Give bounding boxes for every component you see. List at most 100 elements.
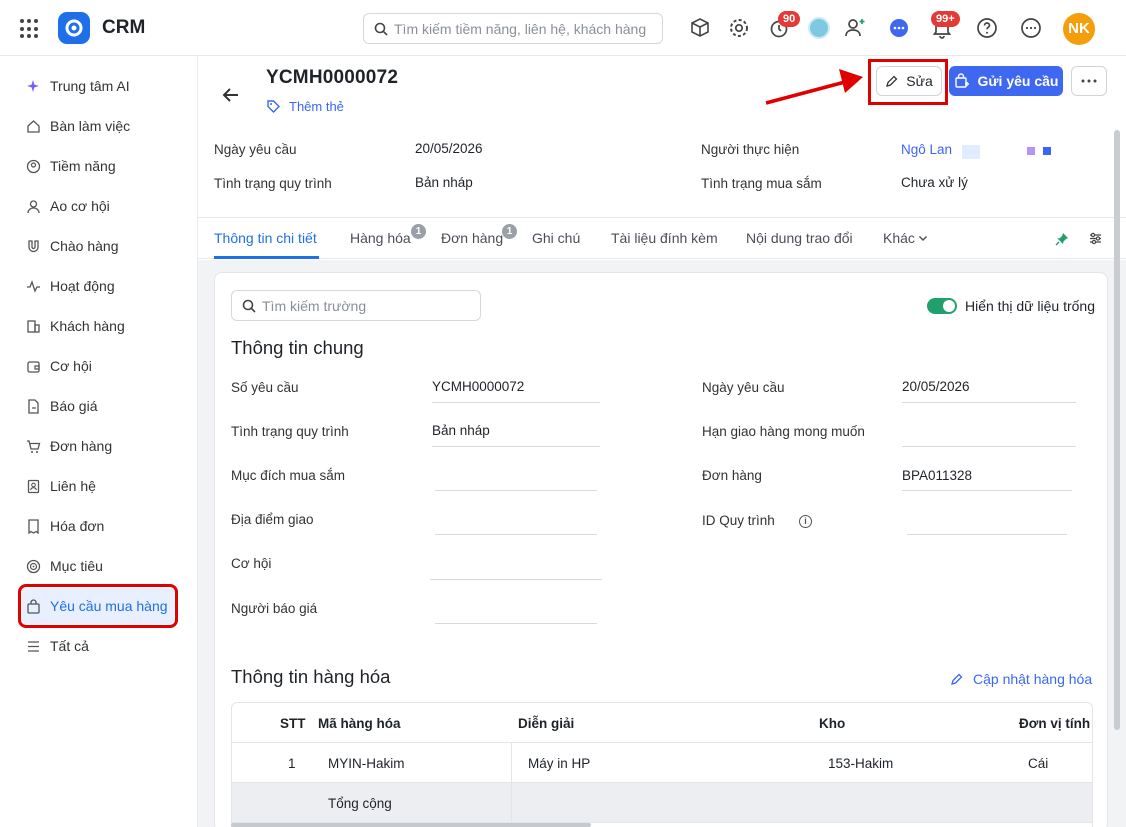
quote-icon xyxy=(25,398,41,414)
blurred-tag xyxy=(1027,147,1035,155)
sidebar-item-workspace[interactable]: Bàn làm việc xyxy=(22,108,174,144)
app-launcher-icon[interactable] xyxy=(20,19,40,39)
header-assignee-link[interactable]: Ngô Lan xyxy=(901,142,952,157)
purpose-field[interactable] xyxy=(435,490,597,491)
tab-more[interactable]: Khác xyxy=(883,230,928,246)
cell-item-code: MYIN-Hakim xyxy=(328,756,405,771)
edit-button[interactable]: Sửa xyxy=(876,66,942,96)
goods-table: STT Mã hàng hóa Diễn giải Kho Đơn vị tín… xyxy=(231,702,1093,827)
vertical-scrollbar[interactable] xyxy=(1114,130,1120,730)
header-process-status-label: Tình trạng quy trình xyxy=(214,176,332,191)
tab-goods[interactable]: Hàng hóa xyxy=(350,230,411,246)
notification-badge: 99+ xyxy=(931,11,960,27)
info-icon[interactable]: i xyxy=(799,515,812,528)
request-no-label: Số yêu cầu xyxy=(231,380,299,395)
lead-icon xyxy=(25,158,41,174)
pool-icon xyxy=(25,198,41,214)
global-search[interactable] xyxy=(363,13,663,44)
bag-send-icon xyxy=(954,73,969,88)
avatar[interactable] xyxy=(808,17,830,39)
sidebar-item-ai-center[interactable]: Trung tâm AI xyxy=(22,68,174,104)
add-user-icon[interactable] xyxy=(843,16,867,40)
tab-details[interactable]: Thông tin chi tiết xyxy=(214,230,317,246)
opportunity-field[interactable] xyxy=(430,579,602,580)
chat-icon[interactable] xyxy=(887,16,911,40)
active-tab-indicator xyxy=(214,256,319,259)
box-search-icon[interactable] xyxy=(688,16,712,40)
field-underline xyxy=(432,446,600,447)
sidebar-item-quotes[interactable]: Báo giá xyxy=(22,388,174,424)
crm-logo[interactable] xyxy=(58,12,90,44)
process-status-value: Bản nháp xyxy=(432,423,490,438)
sidebar-item-opportunity-pool[interactable]: Ao cơ hội xyxy=(22,188,174,224)
ellipsis-icon xyxy=(1081,79,1097,83)
sidebar-item-orders[interactable]: Đơn hàng xyxy=(22,428,174,464)
order-link[interactable]: BPA011328 xyxy=(902,468,972,483)
sidebar-item-customers[interactable]: Khách hàng xyxy=(22,308,174,344)
sidebar-item-contacts[interactable]: Liên hệ xyxy=(22,468,174,504)
tab-attachments[interactable]: Tài liệu đính kèm xyxy=(611,230,718,246)
pin-icon[interactable] xyxy=(1055,232,1069,246)
sidebar-item-goals[interactable]: Mục tiêu xyxy=(22,548,174,584)
sidebar-item-activities[interactable]: Hoạt động xyxy=(22,268,174,304)
desired-delivery-field[interactable] xyxy=(902,446,1076,447)
header-process-status: Bản nháp xyxy=(415,175,473,190)
sidebar-item-invoices[interactable]: Hóa đơn xyxy=(22,508,174,544)
help-icon[interactable] xyxy=(975,16,999,40)
horizontal-scrollbar[interactable] xyxy=(231,823,591,827)
activity-icon xyxy=(25,278,41,294)
more-actions-button[interactable] xyxy=(1071,66,1107,96)
send-request-label: Gửi yêu cầu xyxy=(977,73,1059,89)
cell-description: Máy in HP xyxy=(528,756,591,771)
user-avatar[interactable]: NK xyxy=(1063,13,1095,45)
col-header-warehouse: Kho xyxy=(819,716,846,731)
search-icon xyxy=(242,299,256,313)
opportunity-label: Cơ hội xyxy=(231,556,272,571)
tab-orders[interactable]: Đơn hàng xyxy=(441,230,503,246)
header-purchase-status: Chưa xử lý xyxy=(901,175,968,190)
table-row[interactable]: 1 MYIN-Hakim Máy in HP 153-Hakim Cái xyxy=(232,743,1092,783)
target-icon xyxy=(25,558,41,574)
delivery-place-label: Địa điểm giao xyxy=(231,512,314,527)
field-underline xyxy=(432,402,600,403)
send-request-button[interactable]: Gửi yêu cầu xyxy=(949,66,1063,96)
edit-button-label: Sửa xyxy=(906,73,933,89)
process-status-label: Tình trạng quy trình xyxy=(231,424,349,439)
sidebar-item-all[interactable]: Tất cả xyxy=(22,628,174,664)
contact-icon xyxy=(25,478,41,494)
blurred-tag xyxy=(1043,147,1051,155)
tab-conversations[interactable]: Nội dung trao đổi xyxy=(746,230,853,246)
desired-delivery-label: Hạn giao hàng mong muốn xyxy=(702,424,865,439)
tab-notes[interactable]: Ghi chú xyxy=(532,230,580,246)
add-tag-link[interactable]: Thêm thẻ xyxy=(266,99,344,114)
field-search[interactable] xyxy=(231,290,481,321)
field-underline xyxy=(902,402,1076,403)
general-info-title: Thông tin chung xyxy=(231,337,364,358)
quoter-label: Người báo giá xyxy=(231,601,318,616)
tag-icon xyxy=(267,100,280,113)
more-icon[interactable] xyxy=(1019,16,1043,40)
cell-stt: 1 xyxy=(288,756,296,771)
header-assignee-label: Người thực hiện xyxy=(701,142,800,157)
building-icon xyxy=(25,318,41,334)
sparkle-icon xyxy=(25,78,41,94)
global-search-input[interactable] xyxy=(394,19,656,39)
update-goods-label: Cập nhật hàng hóa xyxy=(973,671,1093,687)
sidebar-item-offers[interactable]: Chào hàng xyxy=(22,228,174,264)
back-arrow-icon[interactable] xyxy=(220,84,242,106)
show-empty-toggle[interactable] xyxy=(927,298,957,314)
top-bar: CRM 90 99+ NK xyxy=(0,0,1126,56)
field-search-input[interactable] xyxy=(262,296,472,316)
quoter-field[interactable] xyxy=(435,623,597,624)
sidebar-item-opportunities[interactable]: Cơ hội xyxy=(22,348,174,384)
gear-icon[interactable] xyxy=(727,16,751,40)
process-id-field[interactable] xyxy=(907,534,1067,535)
record-title: YCMH0000072 xyxy=(266,67,399,88)
pencil-icon xyxy=(886,75,898,87)
settings-sliders-icon[interactable] xyxy=(1088,231,1103,246)
sidebar-item-purchase-requests[interactable]: Yêu cầu mua hàng xyxy=(18,584,178,628)
delivery-place-field[interactable] xyxy=(435,534,597,535)
update-goods-link[interactable]: Cập nhật hàng hóa xyxy=(950,671,1092,687)
sidebar-item-leads[interactable]: Tiềm năng xyxy=(22,148,174,184)
order-label: Đơn hàng xyxy=(702,468,762,483)
